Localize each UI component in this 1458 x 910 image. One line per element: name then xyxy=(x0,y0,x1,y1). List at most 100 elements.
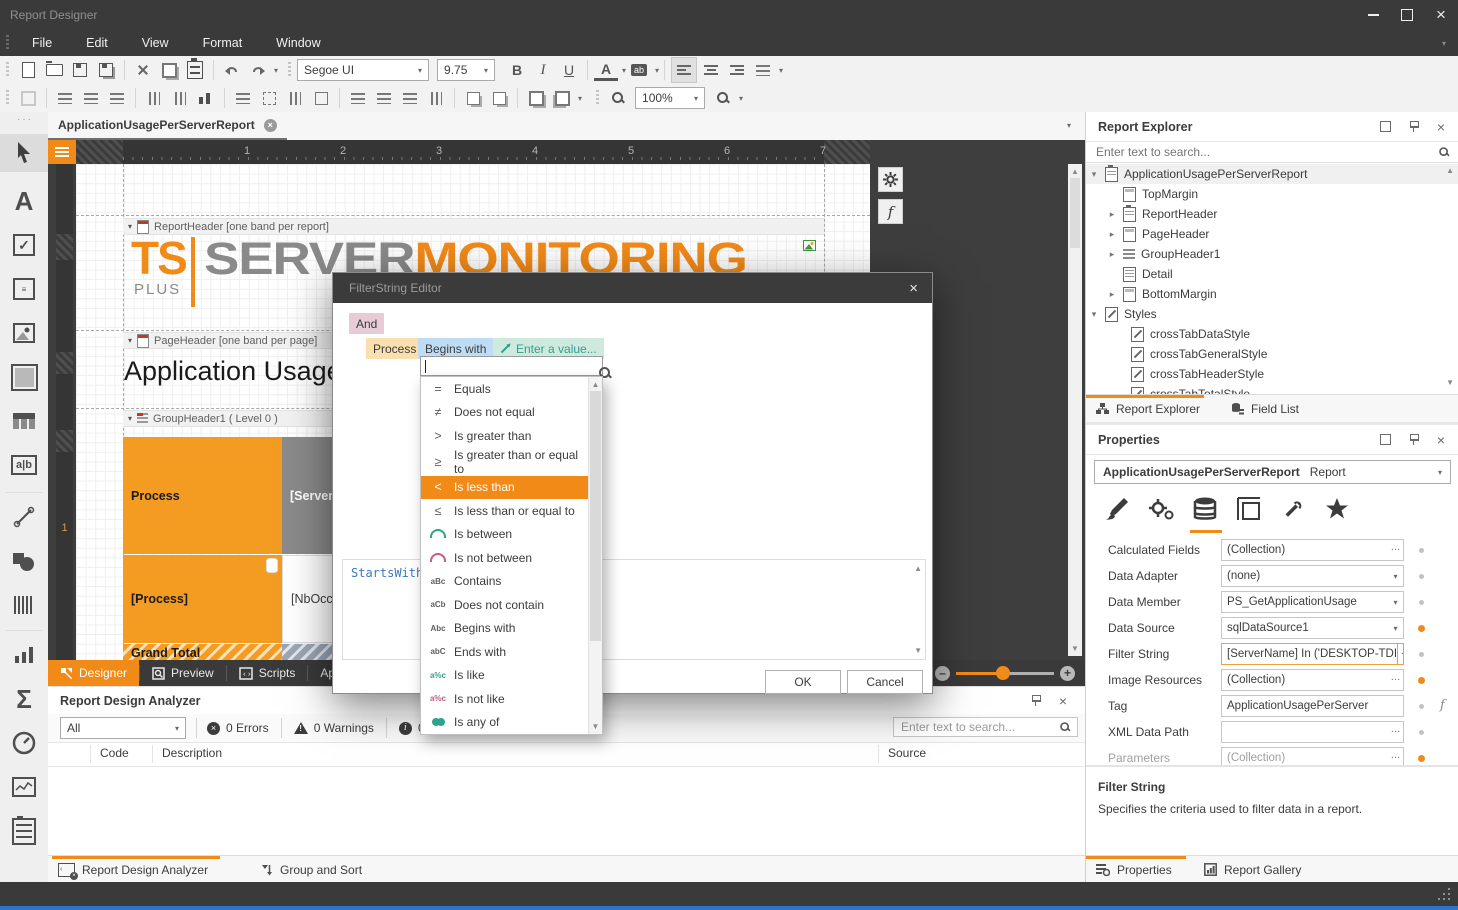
tree-item-crosstabdatastyle[interactable]: crossTabDataStyle xyxy=(1086,324,1458,344)
redo-icon[interactable] xyxy=(246,58,270,82)
pointer-tool[interactable] xyxy=(0,134,48,172)
column-description[interactable]: Description xyxy=(162,746,222,760)
preview-scroll-up-icon[interactable]: ▲ xyxy=(914,564,922,573)
zoom-out-icon[interactable] xyxy=(606,86,630,110)
tree-item-styles[interactable]: Styles xyxy=(1086,304,1458,324)
property-row-xml-data-path[interactable]: XML Data Path xyxy=(1108,719,1448,745)
operator-is-not-between[interactable]: Is not between xyxy=(421,546,602,570)
font-color-button[interactable]: A xyxy=(594,60,618,81)
operator-is-any-of[interactable]: Is any of xyxy=(421,711,602,735)
operator-dropdown[interactable]: =Equals ≠Does not equal >Is greater than… xyxy=(420,376,603,735)
tree-item-groupheader[interactable]: GroupHeader1 xyxy=(1086,244,1458,264)
operator-is-less-than[interactable]: <Is less than xyxy=(421,476,602,500)
cut-icon[interactable] xyxy=(131,58,155,82)
warnings-button[interactable]: 0 Warnings xyxy=(294,721,374,735)
align-left-edges-icon[interactable] xyxy=(53,86,77,110)
align-right-edges-icon[interactable] xyxy=(105,86,129,110)
operator-ends-with[interactable]: abCEnds with xyxy=(421,640,602,664)
scroll-up-icon[interactable]: ▲ xyxy=(589,380,602,389)
increase-horizontal-spacing-icon[interactable] xyxy=(257,86,281,110)
operator-is-not-like[interactable]: a%cIs not like xyxy=(421,687,602,711)
expander-icon[interactable] xyxy=(1107,229,1117,240)
equal-horizontal-spacing-icon[interactable] xyxy=(231,86,255,110)
explorer-search[interactable] xyxy=(1086,142,1458,163)
scroll-down-icon[interactable]: ▼ xyxy=(589,722,602,731)
ok-button[interactable]: OK xyxy=(765,670,841,694)
dropdown-button[interactable] xyxy=(1388,566,1403,586)
bold-button[interactable]: B xyxy=(505,58,529,82)
tree-item-report[interactable]: ApplicationUsagePerServerReport xyxy=(1086,164,1458,184)
operator-does-not-contain[interactable]: aCbDoes not contain xyxy=(421,593,602,617)
order-dropdown-icon[interactable]: ▾ xyxy=(578,94,582,103)
italic-button[interactable]: I xyxy=(531,58,555,82)
tree-item-crosstabheaderstyle[interactable]: crossTabHeaderStyle xyxy=(1086,364,1458,384)
save-all-icon[interactable] xyxy=(94,58,118,82)
shape-tool[interactable] xyxy=(0,542,48,580)
expression-function-icon[interactable]: f xyxy=(1440,698,1445,713)
document-tab[interactable]: ApplicationUsagePerServerReport × xyxy=(48,112,287,140)
bring-to-front-icon[interactable] xyxy=(524,86,548,110)
expander-icon[interactable] xyxy=(1107,249,1117,260)
maximize-button[interactable] xyxy=(1390,0,1424,30)
property-row-filter-string[interactable]: Filter String [ServerName] In ('DESKTOP-… xyxy=(1108,641,1448,667)
data-category-icon[interactable] xyxy=(1192,496,1218,525)
zoom-in-slider-icon[interactable]: + xyxy=(1060,666,1075,681)
close-panel-icon[interactable]: × xyxy=(1059,693,1067,709)
operator-equals[interactable]: =Equals xyxy=(421,377,602,401)
preview-scroll-down-icon[interactable]: ▼ xyxy=(914,646,922,655)
tab-group-and-sort[interactable]: Group and Sort xyxy=(260,856,362,883)
scripts-category-icon[interactable] xyxy=(1280,496,1306,525)
tree-item-reportheader[interactable]: ReportHeader xyxy=(1086,204,1458,224)
tree-item-topmargin[interactable]: TopMargin xyxy=(1086,184,1458,204)
character-comb-tool[interactable]: a|b xyxy=(0,446,48,484)
font-color-dropdown-icon[interactable]: ▾ xyxy=(622,66,626,75)
barcode-tool[interactable] xyxy=(0,586,48,624)
menu-edit[interactable]: Edit xyxy=(69,30,125,56)
send-to-back-icon[interactable] xyxy=(550,86,574,110)
scripts-function-icon[interactable]: f xyxy=(878,199,903,224)
crosstab-cell-grand-total[interactable]: Grand Total xyxy=(123,644,282,660)
tab-close-icon[interactable]: × xyxy=(264,119,277,132)
ellipsis-button[interactable] xyxy=(1397,644,1404,664)
redo-dropdown-icon[interactable]: ▾ xyxy=(274,66,278,75)
dialog-title-bar[interactable]: FilterString Editor × xyxy=(333,273,932,303)
menu-file[interactable]: File xyxy=(15,30,69,56)
tree-item-crosstabtotalstyle[interactable]: crossTabTotalStyle xyxy=(1086,384,1458,394)
filterstring-editor-dialog[interactable]: FilterString Editor × And Process Begins… xyxy=(332,272,933,694)
tab-field-list[interactable]: Field List xyxy=(1231,395,1299,422)
band-collapse-icon[interactable]: ▾ xyxy=(128,336,132,345)
zoom-slider[interactable]: – + xyxy=(935,666,1075,681)
close-button[interactable]: × xyxy=(1424,0,1458,30)
operator-is-between[interactable]: Is between xyxy=(421,523,602,547)
band-menu-button[interactable] xyxy=(48,140,76,164)
align-top-edges-icon[interactable] xyxy=(142,86,166,110)
line-tool[interactable] xyxy=(0,498,48,536)
zoom-in-icon[interactable] xyxy=(711,86,735,110)
tree-scroll-down-icon[interactable]: ▼ xyxy=(1446,378,1454,387)
align-vertical-centers-icon[interactable] xyxy=(168,86,192,110)
menu-overflow-icon[interactable]: ▾ xyxy=(1442,39,1446,48)
zoom-slider-thumb[interactable] xyxy=(996,666,1010,680)
tab-report-design-analyzer[interactable]: ‹× Report Design Analyzer xyxy=(58,856,208,883)
column-source[interactable]: Source xyxy=(888,746,926,760)
tab-preview[interactable]: Preview xyxy=(140,660,226,686)
zoom-level-combo[interactable]: 100%▾ xyxy=(635,87,705,109)
make-same-size-icon[interactable] xyxy=(372,86,396,110)
sum-tool[interactable]: Σ xyxy=(0,680,48,718)
align-dropdown-icon[interactable]: ▾ xyxy=(779,66,783,75)
tab-properties[interactable]: Properties xyxy=(1096,856,1172,883)
tab-report-gallery[interactable]: Report Gallery xyxy=(1204,856,1301,883)
zoom-dropdown-icon[interactable]: ▾ xyxy=(739,94,743,103)
label-tool[interactable]: A xyxy=(0,182,48,220)
operator-begins-with[interactable]: AbcBegins with xyxy=(421,617,602,641)
property-row-calculated-fields[interactable]: Calculated Fields (Collection) xyxy=(1108,537,1448,563)
crosstab-cell-process-field[interactable]: [Process] xyxy=(123,555,282,643)
pin-icon[interactable] xyxy=(1409,121,1419,132)
group-operator-chip[interactable]: And xyxy=(349,313,384,334)
analyzer-search-input[interactable] xyxy=(899,719,1058,735)
zoom-out-slider-icon[interactable]: – xyxy=(935,666,950,681)
form-tool[interactable] xyxy=(0,812,48,850)
ellipsis-button[interactable] xyxy=(1388,748,1403,765)
make-same-width-icon[interactable] xyxy=(346,86,370,110)
analyzer-search[interactable] xyxy=(893,717,1078,737)
